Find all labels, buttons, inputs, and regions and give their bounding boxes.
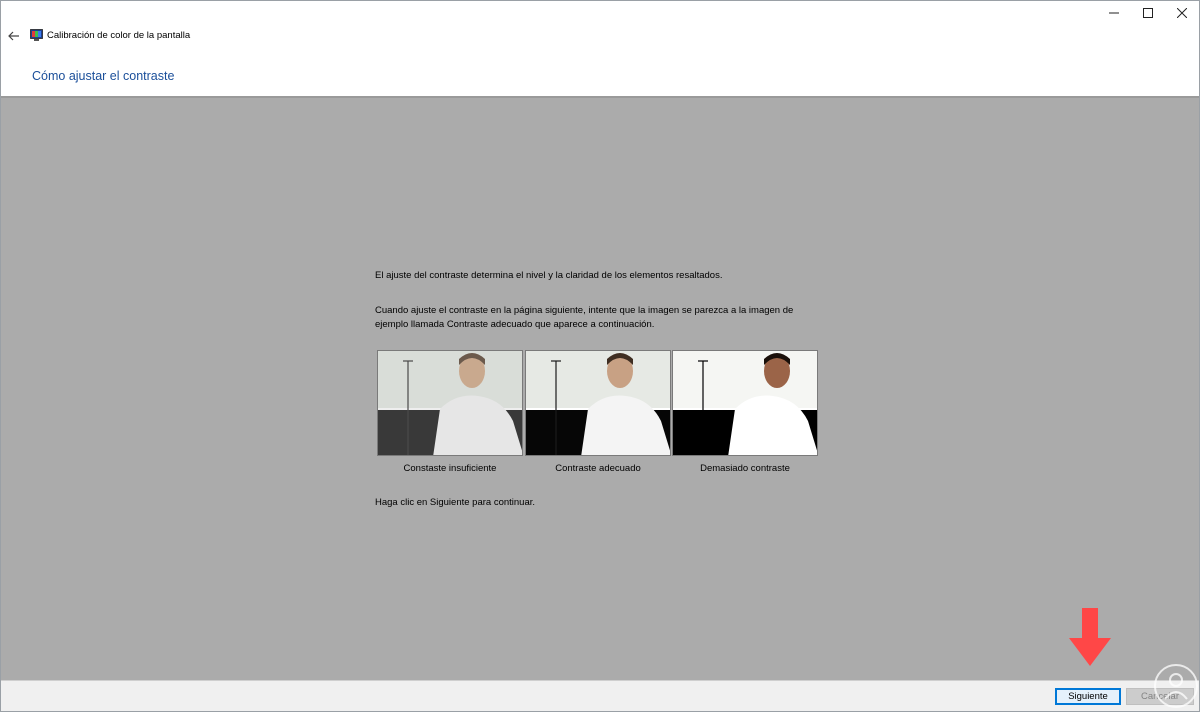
contrast-samples: Constaste insuficiente Contraste adecuad… bbox=[377, 350, 820, 485]
logo-watermark-icon bbox=[1154, 664, 1198, 708]
continue-text: Haga clic en Siguiente para continuar. bbox=[375, 497, 536, 508]
sample-image-adequate bbox=[525, 350, 671, 456]
close-button[interactable] bbox=[1165, 1, 1199, 25]
sample-image-too-much bbox=[672, 350, 818, 456]
calibration-window: Calibración de color de la pantalla Cómo… bbox=[0, 0, 1200, 712]
monitor-color-icon bbox=[30, 29, 43, 41]
back-arrow-icon bbox=[8, 31, 19, 41]
next-button[interactable]: Siguiente bbox=[1055, 688, 1121, 705]
maximize-button[interactable] bbox=[1131, 1, 1165, 25]
sample-caption: Demasiado contraste bbox=[700, 463, 790, 474]
close-icon bbox=[1177, 8, 1187, 18]
back-button[interactable] bbox=[5, 27, 23, 45]
minimize-icon bbox=[1109, 12, 1119, 14]
content-area: El ajuste del contraste determina el niv… bbox=[1, 98, 1199, 680]
maximize-icon bbox=[1143, 8, 1153, 18]
annotation-arrow-icon bbox=[1069, 608, 1111, 666]
sample-insufficient-contrast: Constaste insuficiente bbox=[377, 350, 523, 485]
window-controls bbox=[1097, 1, 1199, 25]
title-bar: Calibración de color de la pantalla bbox=[1, 1, 1199, 51]
page-title: Cómo ajustar el contraste bbox=[32, 69, 175, 83]
footer-bar: Siguiente Cancelar bbox=[1, 680, 1199, 711]
instruction-text: Cuando ajuste el contraste en la página … bbox=[375, 305, 794, 330]
sample-caption: Constaste insuficiente bbox=[403, 463, 497, 474]
sample-too-much-contrast: Demasiado contraste bbox=[672, 350, 818, 485]
page-header: Cómo ajustar el contraste bbox=[1, 51, 1199, 97]
window-title: Calibración de color de la pantalla bbox=[47, 30, 191, 41]
sample-image-insufficient bbox=[377, 350, 523, 456]
sample-caption: Contraste adecuado bbox=[555, 463, 641, 474]
intro-text: El ajuste del contraste determina el niv… bbox=[375, 270, 723, 281]
sample-adequate-contrast: Contraste adecuado bbox=[525, 350, 671, 485]
minimize-button[interactable] bbox=[1097, 1, 1131, 25]
